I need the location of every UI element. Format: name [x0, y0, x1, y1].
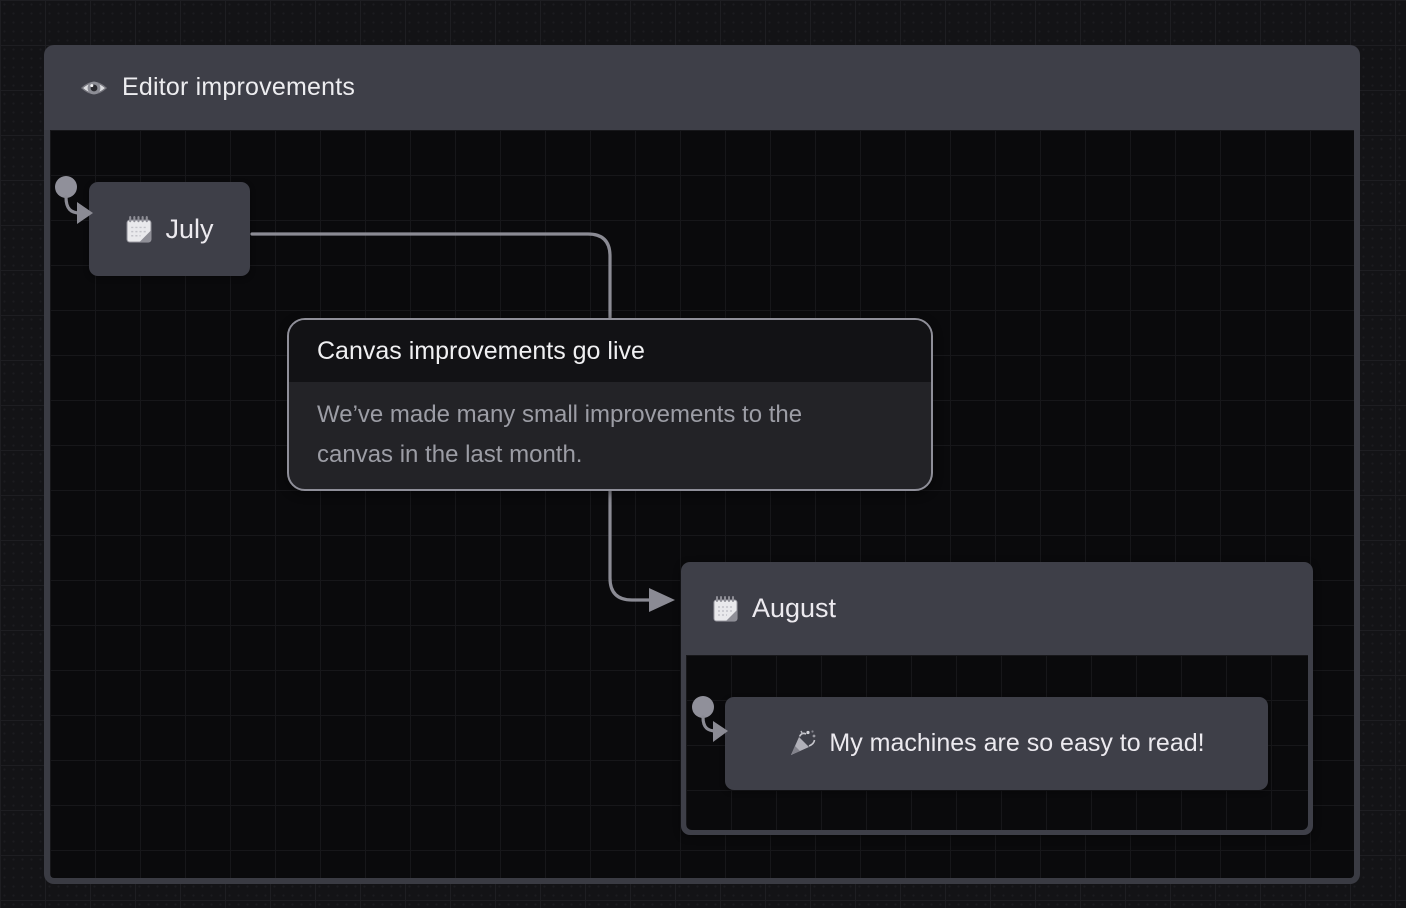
- machine-title: Editor improvements: [122, 73, 355, 102]
- state-label: July: [165, 214, 213, 245]
- party-popper-icon: [788, 729, 817, 758]
- machine-frame-header[interactable]: Editor improvements: [44, 45, 1360, 130]
- state-node-july[interactable]: July: [89, 182, 250, 276]
- eye-icon: [80, 74, 108, 102]
- spiral-notepad-icon: [712, 595, 739, 622]
- state-node-august-header[interactable]: August: [681, 562, 1313, 655]
- spiral-notepad-icon: [125, 215, 153, 243]
- diagram-canvas[interactable]: Editor improvements: [0, 0, 1406, 908]
- transition-event-description: We’ve made many small improvements to th…: [289, 382, 879, 475]
- state-label: My machines are so easy to read!: [829, 729, 1204, 758]
- state-label: August: [752, 593, 836, 624]
- state-node-machines[interactable]: My machines are so easy to read!: [725, 697, 1268, 790]
- transition-event-title: Canvas improvements go live: [289, 320, 931, 382]
- transition-event-card[interactable]: Canvas improvements go live We’ve made m…: [287, 318, 933, 491]
